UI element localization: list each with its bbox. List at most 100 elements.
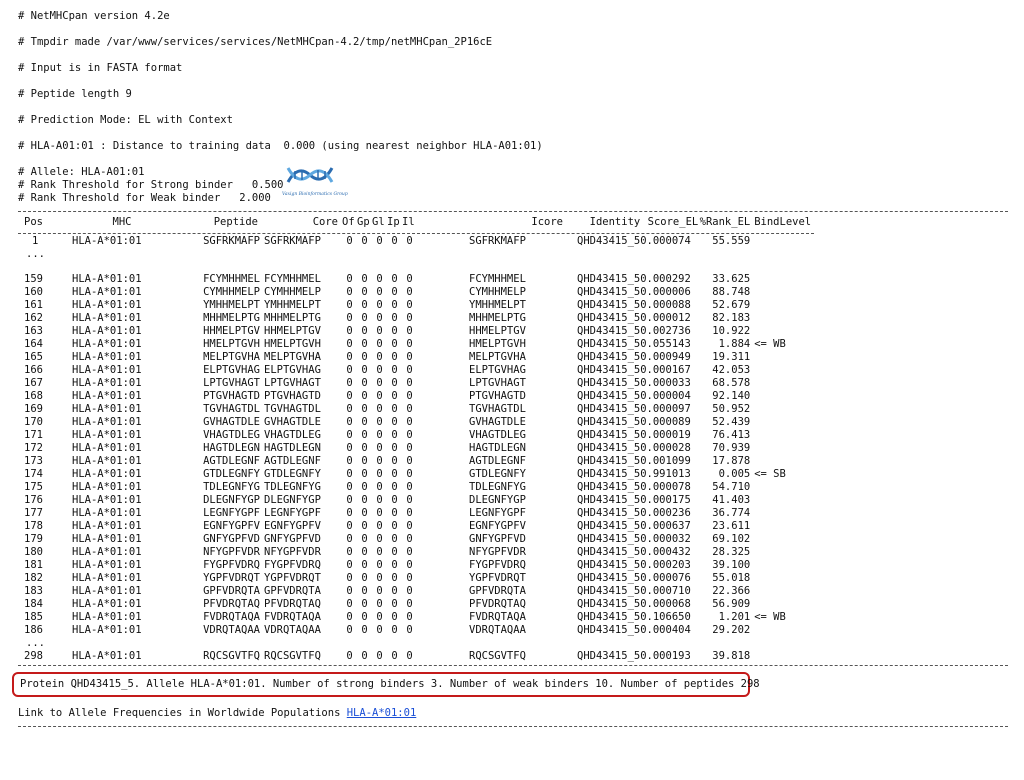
cell-of: 0 [346, 507, 353, 520]
cell-gp: 0 [361, 598, 368, 611]
cell-bindlevel [750, 312, 814, 325]
col-gp: Gp [357, 216, 370, 228]
cell-gl: 0 [376, 351, 383, 364]
cell-gl: 0 [376, 364, 383, 377]
peptide-length-line: # Peptide length 9 [18, 88, 132, 100]
separator-footer [18, 726, 1008, 728]
cell-gp: 0 [361, 481, 368, 494]
cell-pos: 167 [24, 377, 43, 390]
cell-identity: QHD43415_5 [577, 273, 641, 286]
cell-pos: 169 [24, 403, 43, 416]
cell-score: 0.000076 [640, 572, 691, 585]
cell-ip: 0 [391, 611, 398, 624]
cell-identity: QHD43415_5 [577, 494, 641, 507]
cell-gp: 0 [361, 273, 368, 286]
cell-rank: 22.366 [712, 585, 751, 598]
cell-identity: QHD43415_5 [577, 403, 641, 416]
cell-peptide: VHAGTDLEG [203, 429, 260, 442]
cell-rank: 10.922 [712, 325, 751, 338]
cell-pos: 179 [24, 533, 43, 546]
cell-bindlevel [750, 507, 814, 520]
cell-mhc: HLA-A*01:01 [72, 494, 142, 507]
cell-score: 0.055143 [640, 338, 691, 351]
cell-bindlevel [750, 429, 814, 442]
cell-core: GPFVDRQTA [264, 585, 321, 598]
cell-bindlevel [750, 520, 814, 533]
cell-gp: 0 [361, 650, 368, 663]
cell-bindlevel [750, 273, 814, 286]
cell-bindlevel [750, 455, 814, 468]
cell-score: 0.001099 [640, 455, 691, 468]
cell-gl: 0 [376, 338, 383, 351]
cell-core: PTGVHAGTD [264, 390, 321, 403]
cell-icore: YMHHMELPT [469, 299, 526, 312]
cell-gp: 0 [361, 507, 368, 520]
cell-core: AGTDLEGNF [264, 455, 321, 468]
cell-il: 0 [406, 481, 413, 494]
cell-rank: 1.201 [718, 611, 751, 624]
cell-gl: 0 [376, 611, 383, 624]
table-row: 184 HLA-A*01:01 PFVDRQTAQ PFVDRQTAQ 0 0 0 0 0 PFV… [18, 598, 814, 611]
version-line: # NetMHCpan version 4.2e [18, 10, 170, 22]
cell-core: MELPTGVHA [264, 351, 321, 364]
cell-bindlevel [750, 416, 814, 429]
cell-identity: QHD43415_5 [577, 624, 641, 637]
cell-gp: 0 [361, 585, 368, 598]
cell-gl: 0 [376, 572, 383, 585]
cell-score: 0.106650 [640, 611, 691, 624]
cell-bindlevel [750, 235, 814, 248]
cell-icore: SGFRKMAFP [469, 235, 526, 247]
cell-bindlevel: <= SB [754, 468, 786, 481]
cell-core: DLEGNFYGP [264, 494, 321, 507]
cell-rank: 29.202 [712, 624, 751, 637]
cell-core: RQCSGVTFQ [264, 650, 321, 663]
cell-core: FCYMHHMEL [264, 273, 321, 286]
col-gl: Gl [372, 216, 385, 228]
cell-gp: 0 [361, 559, 368, 572]
cell-of: 0 [346, 325, 353, 338]
cell-score: 0.000175 [640, 494, 691, 507]
cell-core: MHHMELPTG [264, 312, 321, 325]
cell-icore: LEGNFYGPF [469, 507, 526, 520]
cell-mhc: HLA-A*01:01 [72, 507, 142, 520]
cell-peptide: GVHAGTDLE [203, 416, 260, 429]
cell-of: 0 [346, 377, 353, 390]
table-row: 175 HLA-A*01:01 TDLEGNFYG TDLEGNFYG 0 0 0 0 0 TDL… [18, 481, 814, 494]
cell-core: TGVHAGTDL [264, 403, 321, 416]
cell-identity: QHD43415_5 [577, 377, 641, 390]
cell-identity: QHD43415_5 [577, 325, 641, 338]
cell-score: 0.000949 [640, 351, 691, 364]
cell-ip: 0 [391, 520, 398, 533]
cell-ip: 0 [391, 377, 398, 390]
cell-score: 0.000078 [640, 481, 691, 494]
cell-of: 0 [346, 650, 353, 663]
col-rank-el: %Rank_EL [699, 216, 751, 228]
cell-icore: LPTGVHAGT [469, 377, 526, 390]
cell-score: 0.000028 [640, 442, 691, 455]
cell-il: 0 [406, 286, 413, 299]
cell-rank: 39.100 [712, 559, 751, 572]
cell-ip: 0 [391, 403, 398, 416]
cell-rank: 52.439 [712, 416, 751, 429]
cell-core: HHMELPTGV [264, 325, 321, 338]
cell-core: VHAGTDLEG [264, 429, 321, 442]
cell-ip: 0 [391, 455, 398, 468]
cell-core: TDLEGNFYG [264, 481, 321, 494]
cell-gl: 0 [376, 403, 383, 416]
cell-of: 0 [346, 429, 353, 442]
cell-core: FYGPFVDRQ [264, 559, 321, 572]
allele-frequency-link[interactable]: HLA-A*01:01 [347, 707, 417, 719]
cell-peptide: HAGTDLEGN [203, 442, 260, 455]
cell-of: 0 [346, 273, 353, 286]
cell-gp: 0 [361, 390, 368, 403]
cell-rank: 68.578 [712, 377, 751, 390]
cell-peptide: GTDLEGNFY [203, 468, 260, 481]
cell-gl: 0 [376, 377, 383, 390]
cell-pos: 182 [24, 572, 43, 585]
cell-score: 0.991013 [640, 468, 691, 481]
cell-mhc: HLA-A*01:01 [72, 390, 142, 403]
cell-rank: 0.005 [718, 468, 751, 481]
col-score-el: Score_EL [647, 216, 699, 228]
cell-il: 0 [406, 429, 413, 442]
cell-score: 0.000004 [640, 390, 691, 403]
